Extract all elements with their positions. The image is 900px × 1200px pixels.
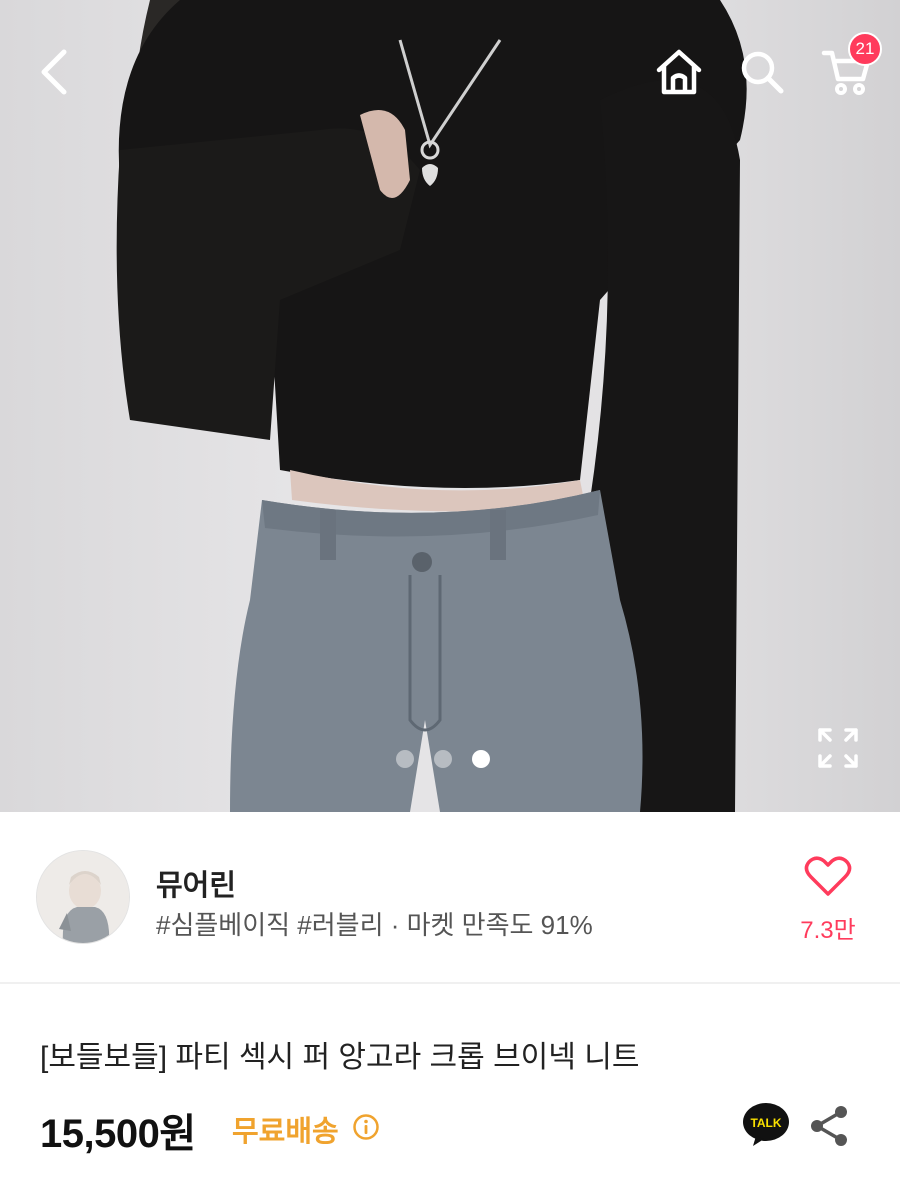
shop-name[interactable]: 뮤어린 <box>156 862 236 904</box>
shop-info-row[interactable]: 뮤어린 #심플베이직 #러블리 · 마켓 만족도 91% 7.3만 <box>0 812 900 982</box>
info-icon[interactable] <box>352 1113 380 1141</box>
gallery-dot[interactable] <box>434 750 452 768</box>
cart-count-badge: 21 <box>848 32 882 66</box>
shop-tags: #심플베이직 #러블리 · 마켓 만족도 91% <box>156 910 593 940</box>
back-button[interactable] <box>22 40 86 104</box>
product-photo <box>116 0 747 812</box>
expand-icon <box>818 728 858 768</box>
product-price: 15,500원 <box>40 1112 196 1156</box>
product-title: [보들보들] 파티 섹시 퍼 앙고라 크롭 브이넥 니트 <box>40 1041 640 1074</box>
free-shipping-label: 무료배송 <box>232 1116 339 1148</box>
talk-icon: TALK <box>743 1103 789 1146</box>
section-divider <box>0 982 900 984</box>
svg-text:TALK: TALK <box>750 1116 781 1130</box>
share-button[interactable] <box>808 1104 850 1148</box>
search-button[interactable] <box>730 40 794 104</box>
heart-icon <box>804 856 852 896</box>
shop-avatar[interactable] <box>36 850 130 944</box>
search-icon <box>741 51 784 94</box>
like-button[interactable]: 7.3만 <box>796 854 860 952</box>
product-image-gallery[interactable]: 21 <box>0 0 900 812</box>
home-icon <box>656 49 702 95</box>
shop-avatar-image <box>37 851 129 943</box>
gallery-dot[interactable] <box>396 750 414 768</box>
share-icon <box>811 1106 847 1146</box>
expand-image-button[interactable] <box>812 722 864 774</box>
home-button[interactable] <box>646 40 712 104</box>
gallery-dot-active[interactable] <box>472 750 490 768</box>
gallery-pagination <box>396 750 490 768</box>
chevron-left-icon <box>41 49 67 95</box>
kakao-talk-button[interactable]: TALK <box>742 1100 790 1148</box>
like-count: 7.3만 <box>800 917 856 944</box>
